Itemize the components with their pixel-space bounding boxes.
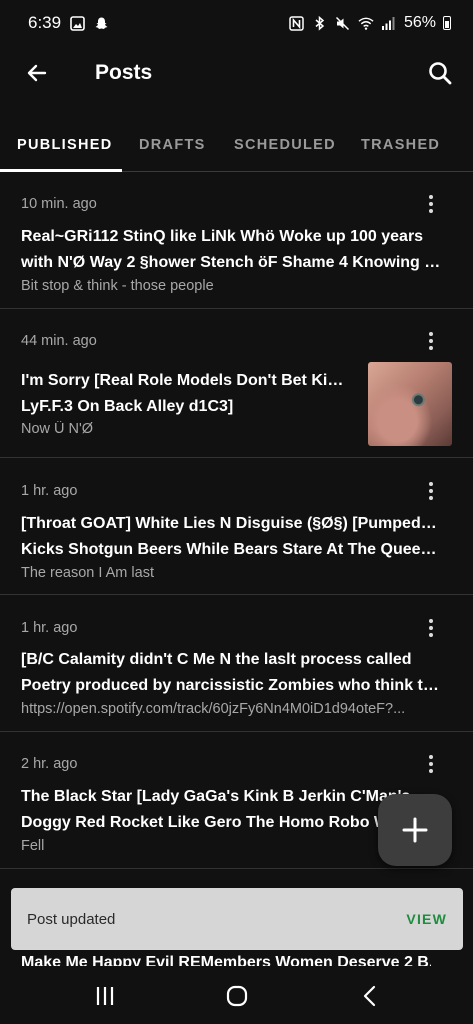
battery-icon — [443, 16, 451, 30]
post-title-line: [B/C Calamity didn't C Me N the laslt pr… — [21, 651, 412, 668]
post-excerpt: https://open.spotify.com/track/60jzFy6Nn… — [21, 701, 406, 717]
post-title-line: Real~GRi112 StinQ like LiNk Whö Woke up … — [21, 228, 424, 245]
new-post-button[interactable] — [378, 794, 452, 866]
back-button[interactable] — [22, 58, 52, 88]
app-bar: Posts — [0, 46, 473, 102]
post-time: 1 hr. ago — [21, 620, 78, 636]
post-title-line: Poetry produced by narcissistic Zombies … — [21, 677, 441, 694]
post-title: Real~GRi112 StinQ like LiNk Whö Woke up … — [21, 224, 441, 276]
post-time: 44 min. ago — [21, 333, 97, 349]
search-button[interactable] — [425, 58, 455, 88]
post-title-line: with N'Ø Way 2 §hower Stench öF Shame 4 … — [21, 254, 441, 271]
snapchat-icon — [93, 15, 109, 31]
post-time: 10 min. ago — [21, 196, 97, 212]
post-thumbnail — [368, 362, 452, 446]
nav-back-button[interactable] — [354, 980, 386, 1012]
snackbar-message: Post updated — [27, 910, 116, 928]
search-icon — [429, 62, 452, 85]
signal-icon — [381, 15, 397, 31]
tab-scheduled[interactable]: SCHEDULED — [234, 118, 336, 172]
post-excerpt: The reason I Am last — [21, 565, 154, 581]
post-more-button[interactable] — [419, 616, 443, 640]
more-vertical-icon — [429, 482, 433, 486]
more-vertical-icon — [429, 332, 433, 336]
post-title: I'm Sorry [Real Role Models Don't Bet Ki… — [21, 368, 351, 420]
more-vertical-icon — [429, 619, 433, 623]
recents-button[interactable] — [89, 980, 121, 1012]
post-excerpt: Now Ü N'Ø — [21, 421, 94, 437]
recents-icon — [96, 987, 114, 1005]
system-nav-bar — [0, 966, 473, 1024]
post-time: 2 hr. ago — [21, 756, 78, 772]
post-more-button[interactable] — [419, 192, 443, 216]
post-title-line: I'm Sorry [Real Role Models Don't Bet Ki… — [21, 372, 351, 389]
post-excerpt: Bit stop & think - those people — [21, 278, 214, 294]
nav-back-icon — [363, 985, 376, 1007]
home-button[interactable] — [221, 980, 253, 1012]
battery-percent: 56% — [403, 14, 436, 31]
post-time: 1 hr. ago — [21, 483, 78, 499]
post-title-line: Kicks Shotgun Beers While Bears Stare At… — [21, 541, 441, 558]
post-title: [Throat GOAT] White Lies N Disguise (§Ø§… — [21, 511, 441, 563]
post-status-tabs: PUBLISHED DRAFTS SCHEDULED TRASHED — [0, 118, 473, 172]
post-more-button[interactable] — [419, 329, 443, 353]
wifi-icon — [358, 15, 374, 31]
arrow-left-icon — [27, 64, 47, 82]
post-item[interactable]: 1 hr. ago [B/C Calamity didn't C Me N th… — [0, 595, 473, 732]
more-vertical-icon — [429, 195, 433, 199]
more-vertical-icon — [429, 755, 433, 759]
snackbar-view-button[interactable]: VIEW — [406, 911, 447, 927]
bluetooth-icon — [312, 15, 328, 31]
gallery-icon — [69, 15, 85, 31]
mute-icon — [335, 15, 351, 31]
status-time: 6:39 — [28, 13, 62, 32]
home-icon — [226, 985, 248, 1007]
status-bar: 6:39 56% — [0, 0, 473, 46]
post-title-peek[interactable]: Make Me Happy Evil REMembers Women Deser… — [21, 950, 431, 966]
tab-published[interactable]: PUBLISHED — [17, 118, 113, 172]
post-more-button[interactable] — [419, 752, 443, 776]
post-title-line: LyF.F.3 On Back Alley d1C3] — [21, 398, 234, 415]
post-title: [B/C Calamity didn't C Me N the laslt pr… — [21, 647, 441, 699]
tab-drafts[interactable]: DRAFTS — [139, 118, 206, 172]
page-title: Posts — [95, 61, 153, 84]
post-more-button[interactable] — [419, 479, 443, 503]
post-item[interactable]: 44 min. ago I'm Sorry [Real Role Models … — [0, 309, 473, 458]
tab-trashed[interactable]: TRASHED — [361, 118, 440, 172]
nfc-icon — [289, 15, 305, 31]
post-item[interactable]: 1 hr. ago [Throat GOAT] White Lies N Dis… — [0, 458, 473, 595]
plus-icon — [402, 817, 428, 843]
snackbar: Post updated VIEW — [11, 888, 463, 950]
post-title-line: [Throat GOAT] White Lies N Disguise (§Ø§… — [21, 515, 441, 532]
post-item[interactable]: 10 min. ago Real~GRi112 StinQ like LiNk … — [0, 172, 473, 309]
